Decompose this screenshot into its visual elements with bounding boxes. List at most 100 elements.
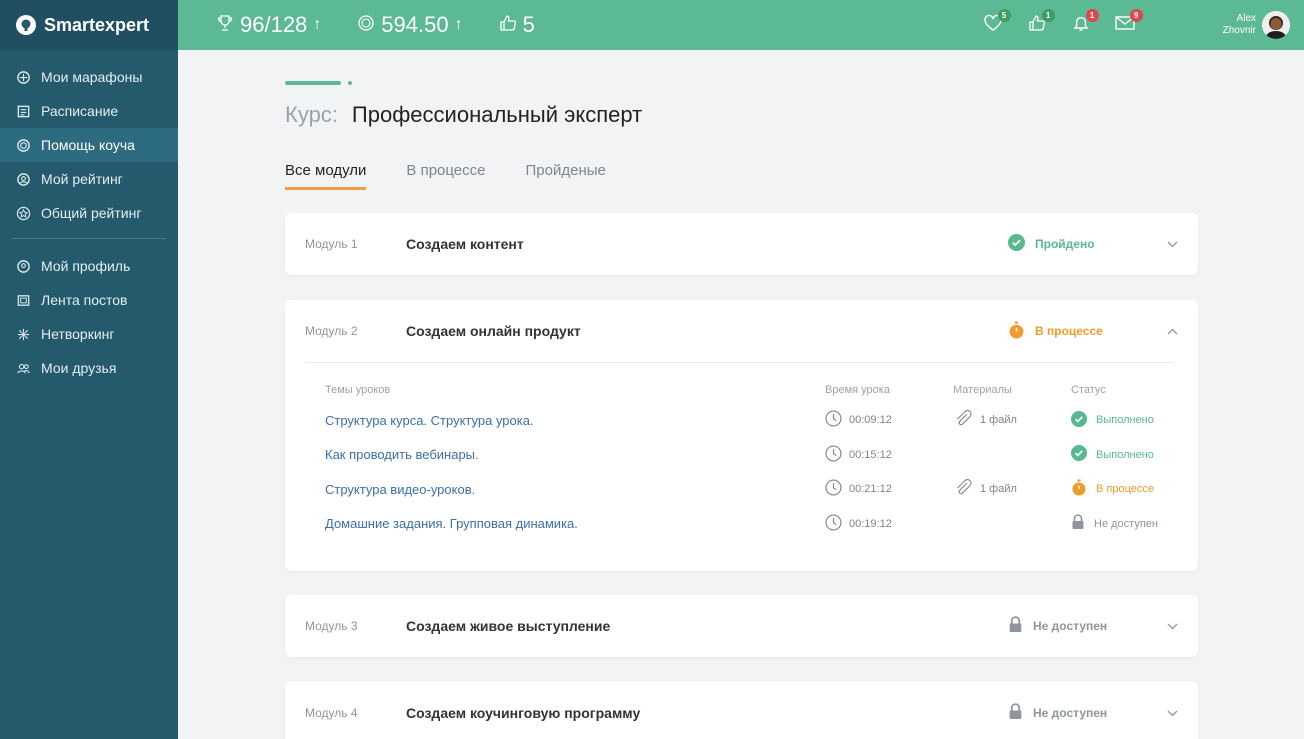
- module-card: Модуль 3 Создаем живое выступление Не до…: [285, 595, 1198, 657]
- marathon-icon: [15, 69, 31, 85]
- chevron-down-icon[interactable]: [1148, 706, 1178, 720]
- materials-label: 1 файл: [980, 483, 1017, 496]
- likes-button[interactable]: 1: [1025, 9, 1055, 37]
- module-status-label: Не доступен: [1033, 706, 1108, 720]
- lessons-header: Темы уроков Время урока Материалы Статус: [325, 381, 1173, 399]
- chevron-up-icon[interactable]: [1148, 324, 1178, 338]
- user-menu[interactable]: Alex Zhovnir: [1223, 11, 1290, 39]
- module-tabs: Все модули В процессе Пройденые: [285, 162, 646, 190]
- user-last-name: Zhovnir: [1222, 25, 1256, 36]
- materials-label: 1 файл: [980, 414, 1017, 427]
- lesson-link[interactable]: Структура видео-уроков.: [325, 482, 475, 497]
- stat-likes: 5: [499, 12, 535, 38]
- stat-value: 5: [522, 12, 535, 37]
- sidebar-item-feed[interactable]: Лента постов: [0, 283, 178, 317]
- avatar: [1262, 11, 1290, 39]
- module-number: Модуль 1: [305, 237, 358, 251]
- sidebar-item-overall-rating[interactable]: Общий рейтинг: [0, 196, 178, 230]
- notification-badge: 9: [1129, 9, 1143, 22]
- table-row: Структура видео-уроков. 00:21:12 1 файл …: [325, 472, 1173, 507]
- tab-completed[interactable]: Пройденые: [526, 162, 606, 190]
- feed-icon: [15, 292, 31, 308]
- stopwatch-icon: [1008, 321, 1025, 342]
- lesson-status: Выполнено: [1071, 445, 1173, 464]
- sidebar-item-label: Нетворкинг: [41, 326, 115, 342]
- module-status-label: В процессе: [1035, 324, 1103, 338]
- lesson-status-label: В процессе: [1096, 483, 1154, 496]
- module-header[interactable]: Модуль 2 Создаем онлайн продукт В процес…: [285, 300, 1198, 362]
- friends-icon: [15, 360, 31, 376]
- paperclip-icon: [953, 478, 973, 500]
- notification-badge: 1: [1085, 9, 1099, 22]
- module-name: Создаем живое выступление: [406, 618, 611, 634]
- lesson-materials[interactable]: 1 файл: [953, 409, 1071, 431]
- tab-all-modules[interactable]: Все модули: [285, 162, 367, 190]
- module-header[interactable]: Модуль 1 Создаем контент Пройдено: [285, 213, 1198, 275]
- sidebar-item-profile[interactable]: Мой профиль: [0, 249, 178, 283]
- lesson-time: 00:19:12: [849, 517, 892, 530]
- sidebar-item-label: Расписание: [41, 103, 119, 119]
- chevron-down-icon[interactable]: [1148, 619, 1178, 633]
- chevron-down-icon[interactable]: [1148, 237, 1178, 251]
- lesson-status-label: Выполнено: [1096, 448, 1154, 461]
- clock-icon: [825, 410, 842, 430]
- top-bar: 96/128 ↑ 594.50 ↑ 5 5 1 1 9 Alex Zhovnir: [178, 0, 1304, 50]
- sidebar-item-networking[interactable]: Нетворкинг: [0, 317, 178, 351]
- lesson-materials[interactable]: 1 файл: [953, 478, 1071, 500]
- module-name: Создаем онлайн продукт: [406, 323, 581, 339]
- favorites-button[interactable]: 5: [981, 9, 1011, 37]
- stat-value: 96/128: [240, 12, 308, 37]
- module-status-label: Пройдено: [1035, 237, 1095, 251]
- lesson-link[interactable]: Как проводить вебинары.: [325, 447, 479, 462]
- lesson-time: 00:21:12: [849, 483, 892, 496]
- notification-badge: 1: [1041, 9, 1055, 22]
- sidebar-item-friends[interactable]: Мои друзья: [0, 351, 178, 385]
- stat-value: 594.50: [381, 12, 449, 37]
- lesson-link[interactable]: Структура курса. Структура урока.: [325, 413, 534, 428]
- lock-icon: [1008, 616, 1023, 636]
- sidebar-item-schedule[interactable]: Расписание: [0, 94, 178, 128]
- lifebuoy-icon: [15, 137, 31, 153]
- accent-dot: [348, 81, 352, 85]
- coins-icon: [357, 12, 375, 38]
- module-card: Модуль 1 Создаем контент Пройдено: [285, 213, 1198, 275]
- tab-in-progress[interactable]: В процессе: [406, 162, 485, 190]
- messages-button[interactable]: 9: [1113, 9, 1143, 37]
- profile-icon: [15, 258, 31, 274]
- course-prefix: Курс:: [285, 102, 338, 127]
- lesson-status-label: Выполнено: [1096, 414, 1154, 427]
- lesson-time: 00:15:12: [849, 448, 892, 461]
- module-status: Не доступен: [1008, 616, 1148, 636]
- clock-icon: [825, 479, 842, 499]
- brand-name: Smartexpert: [44, 14, 150, 35]
- lesson-status: В процессе: [1071, 479, 1173, 499]
- module-header[interactable]: Модуль 4 Создаем коучинговую программу Н…: [285, 681, 1198, 739]
- sidebar-item-my-rating[interactable]: Мой рейтинг: [0, 162, 178, 196]
- column-header-time: Время урока: [825, 384, 890, 396]
- column-header-materials: Материалы: [953, 384, 1012, 396]
- sidebar-item-marathons[interactable]: Мои марафоны: [0, 60, 178, 94]
- sidebar-item-coach-help[interactable]: Помощь коуча: [0, 128, 178, 162]
- sidebar-item-label: Мои марафоны: [41, 69, 143, 85]
- check-circle-icon: [1071, 410, 1087, 430]
- stopwatch-icon: [1071, 479, 1087, 499]
- stat-arrow: ↑: [313, 16, 322, 33]
- notifications-button[interactable]: 1: [1069, 9, 1099, 37]
- course-name: Профессиональный эксперт: [351, 102, 643, 127]
- column-header-topic: Темы уроков: [325, 384, 391, 396]
- lesson-link[interactable]: Домашние задания. Групповая динамика.: [325, 516, 578, 531]
- table-row: Домашние задания. Групповая динамика. 00…: [325, 507, 1173, 542]
- lesson-status: Выполнено: [1071, 410, 1173, 430]
- stat-coins: 594.50 ↑: [357, 12, 463, 38]
- sidebar-item-label: Мой рейтинг: [41, 171, 123, 187]
- module-header[interactable]: Модуль 3 Создаем живое выступление Не до…: [285, 595, 1198, 657]
- brand[interactable]: Smartexpert: [0, 0, 178, 50]
- lock-icon: [1008, 703, 1023, 723]
- sidebar-item-label: Мой профиль: [41, 258, 131, 274]
- module-status: Не доступен: [1008, 703, 1148, 723]
- star-icon: [15, 205, 31, 221]
- sidebar-item-label: Мои друзья: [41, 360, 117, 376]
- lesson-time: 00:09:12: [849, 414, 892, 427]
- lesson-status: Не доступен: [1071, 514, 1173, 533]
- module-number: Модуль 2: [305, 324, 358, 338]
